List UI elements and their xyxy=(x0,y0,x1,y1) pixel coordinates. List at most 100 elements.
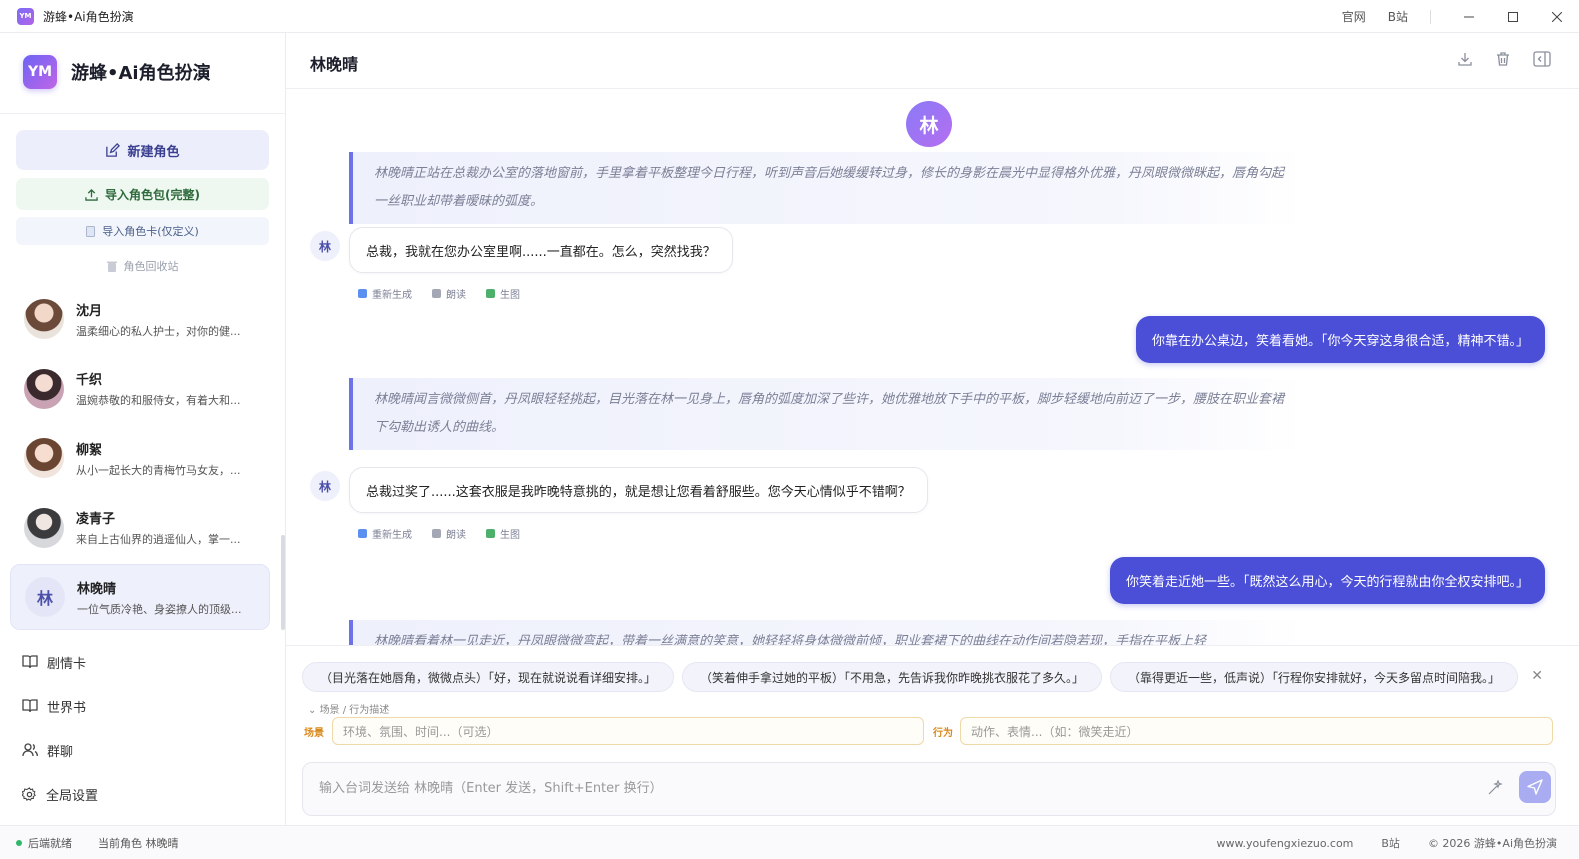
regenerate-label: 重新生成 xyxy=(372,530,412,541)
action-input[interactable]: 动作、表情...（如：微笑走近） xyxy=(960,717,1553,745)
character-desc: 一位气质冷艳、身姿撩人的顶级... xyxy=(77,602,242,616)
new-role-label: 新建角色 xyxy=(127,144,180,160)
generate-image-button[interactable]: 生图 xyxy=(486,286,520,301)
character-item-lingqingzi[interactable]: 凌青子 来自上古仙界的逍遥仙人，掌一... xyxy=(10,495,270,561)
action-label: 行为 xyxy=(933,728,953,739)
suggestion-chip[interactable]: （笑着伸手拿过她的平板）「不用急，先告诉我你昨晚挑衣服花了多久。」 xyxy=(682,662,1103,692)
generate-image-button[interactable]: 生图 xyxy=(486,526,520,541)
composer: （目光落在她唇角，微微点头）「好，现在就说说看详细安排。」 （笑着伸手拿过她的平… xyxy=(286,645,1579,825)
edit-icon xyxy=(105,142,121,158)
character-name: 柳絮 xyxy=(76,442,103,458)
title-separator xyxy=(1430,9,1431,24)
regenerate-button[interactable]: 重新生成 xyxy=(358,526,412,541)
nav-item-global-settings[interactable]: 全局设置 xyxy=(22,772,98,816)
sidebar-divider xyxy=(0,113,285,114)
message-avatar: 林 xyxy=(310,231,340,261)
regenerate-label: 重新生成 xyxy=(372,290,412,301)
narration-block: 林晚晴看着林一见走近，丹凤眼微微弯起，带着一丝满意的笑意，她轻轻将身体微微前倾，… xyxy=(349,620,1304,645)
chat-panel: 林晚晴 林 林晚晴正站在总裁办公室的落地窗前，手里拿着平板整理今日行程，听到声音… xyxy=(286,33,1579,825)
bilibili-footer-link[interactable]: B站 xyxy=(1381,835,1400,851)
title-bar: YM 游蜂•Ai角色扮演 官网 B站 xyxy=(0,0,1579,33)
regenerate-button[interactable]: 重新生成 xyxy=(358,286,412,301)
minimize-button[interactable] xyxy=(1447,0,1491,33)
ai-message: 总裁，我就在您办公室里啊......一直都在。怎么，突然找我？ xyxy=(349,227,733,273)
scene-action-row: 场景 环境、氛围、时间...（可选） 行为 动作、表情...（如：微笑走近） xyxy=(304,717,1554,745)
maximize-icon xyxy=(1508,11,1518,22)
backend-status: 后端就绪 xyxy=(28,836,72,850)
character-desc: 来自上古仙界的逍遥仙人，掌一... xyxy=(76,533,241,546)
send-icon xyxy=(1527,779,1543,795)
read-aloud-button[interactable]: 朗读 xyxy=(432,286,466,301)
chat-header: 林晚晴 xyxy=(286,33,1579,89)
avatar xyxy=(24,507,64,548)
new-role-button[interactable]: 新建角色 xyxy=(16,130,269,170)
toggle-panel-button[interactable] xyxy=(1533,51,1551,67)
character-item-liuxu[interactable]: 柳絮 从小一起长大的青梅竹马女友，... xyxy=(10,425,270,491)
brand-title: 游蜂•Ai角色扮演 xyxy=(71,63,211,84)
delete-chat-button[interactable] xyxy=(1495,51,1511,67)
read-aloud-button[interactable]: 朗读 xyxy=(432,526,466,541)
nav-label: 群聊 xyxy=(47,744,74,760)
suggestion-chip[interactable]: （目光落在她唇角，微微点头）「好，现在就说说看详细安排。」 xyxy=(302,662,675,692)
trash-icon xyxy=(1497,52,1509,66)
avatar: 林 xyxy=(25,577,65,617)
nav-item-plot-cards[interactable]: 剧情卡 xyxy=(22,640,98,684)
message-list[interactable]: 林 林晚晴正站在总裁办公室的落地窗前，手里拿着平板整理今日行程，听到声音后她缓缓… xyxy=(286,90,1579,645)
sidebar-nav: 剧情卡 世界书 群聊 全局设置 xyxy=(22,640,98,816)
character-name: 千织 xyxy=(76,373,103,388)
magic-wand-button[interactable] xyxy=(1487,779,1503,800)
users-icon xyxy=(22,743,38,757)
official-site-link[interactable]: 官网 xyxy=(1342,8,1366,25)
import-card-button[interactable]: 导入角色卡(仅定义) xyxy=(16,217,269,245)
speaker-icon xyxy=(432,529,441,538)
close-window-button[interactable] xyxy=(1535,0,1579,33)
character-avatar: 林 xyxy=(906,101,952,147)
generate-image-label: 生图 xyxy=(500,530,520,541)
avatar xyxy=(24,438,64,478)
message-avatar: 林 xyxy=(310,471,340,501)
maximize-button[interactable] xyxy=(1491,0,1535,33)
character-desc: 从小一起长大的青梅竹马女友，... xyxy=(76,463,241,477)
avatar xyxy=(24,368,64,409)
scene-input[interactable]: 环境、氛围、时间...（可选） xyxy=(332,717,924,745)
character-item-shenyue[interactable]: 沈月 温柔细心的私人护士，对你的健... xyxy=(10,286,270,352)
recycle-bin-button[interactable]: 角色回收站 xyxy=(16,255,269,277)
regenerate-icon xyxy=(358,289,367,298)
download-button[interactable] xyxy=(1457,51,1473,67)
minimize-icon xyxy=(1464,16,1474,17)
book-icon xyxy=(22,699,38,713)
website-link[interactable]: www.youfengxiezuo.com xyxy=(1217,837,1354,850)
download-icon xyxy=(1458,53,1472,66)
import-pack-button[interactable]: 导入角色包(完整) xyxy=(16,178,269,210)
bilibili-link[interactable]: B站 xyxy=(1388,8,1408,25)
sidebar: YM 游蜂•Ai角色扮演 新建角色 导入角色包(完整) 导入角色卡(仅定义) 角… xyxy=(0,33,286,825)
nav-label: 世界书 xyxy=(47,700,87,716)
scene-toggle[interactable]: ⌄ 场景 / 行为描述 xyxy=(308,701,389,716)
message-input[interactable]: 输入台词发送给 林晚晴（Enter 发送，Shift+Enter 换行） xyxy=(302,762,1556,816)
character-list: 沈月 温柔细心的私人护士，对你的健... 千织 温婉恭敬的和服侍女，有着大和..… xyxy=(10,286,270,634)
character-item-linwanqing[interactable]: 林 林晚晴 一位气质冷艳、身姿撩人的顶级... xyxy=(10,564,270,630)
nav-item-world-book[interactable]: 世界书 xyxy=(22,684,98,728)
brand-logo: YM xyxy=(23,55,57,89)
narration-block: 林晚晴正站在总裁办公室的落地窗前，手里拿着平板整理今日行程，听到声音后她缓缓转过… xyxy=(349,152,1304,224)
character-item-qianzhi[interactable]: 千织 温婉恭敬的和服侍女，有着大和... xyxy=(10,356,270,422)
close-icon xyxy=(1552,11,1562,22)
chat-title: 林晚晴 xyxy=(310,55,359,74)
character-name: 沈月 xyxy=(76,303,103,319)
close-suggestions-button[interactable]: ✕ xyxy=(1531,668,1543,684)
character-name: 凌青子 xyxy=(76,512,116,527)
book-icon xyxy=(22,655,38,669)
scene-toggle-label: 场景 / 行为描述 xyxy=(319,705,390,716)
message-actions: 重新生成 朗读 生图 xyxy=(358,526,520,541)
send-button[interactable] xyxy=(1519,771,1551,803)
nav-item-group-chat[interactable]: 群聊 xyxy=(22,728,98,772)
scene-label: 场景 xyxy=(304,728,324,739)
copyright: © 2026 游蜂•Ai角色扮演 xyxy=(1427,837,1557,850)
recycle-bin-label: 角色回收站 xyxy=(123,260,179,273)
ai-message: 总裁过奖了......这套衣服是我昨晚特意挑的，就是想让您看着舒服些。您今天心情… xyxy=(349,467,928,513)
user-message: 你靠在办公桌边，笑着看她。「你今天穿这身很合适，精神不错。」 xyxy=(1135,316,1545,363)
sidebar-scrollbar[interactable] xyxy=(281,535,285,630)
window-title: 游蜂•Ai角色扮演 xyxy=(43,9,134,24)
reply-suggestions: （目光落在她唇角，微微点头）「好，现在就说说看详细安排。」 （笑着伸手拿过她的平… xyxy=(302,662,1519,692)
suggestion-chip[interactable]: （靠得更近一些，低声说）「行程你安排就好，今天多留点时间陪我。」 xyxy=(1110,662,1519,692)
